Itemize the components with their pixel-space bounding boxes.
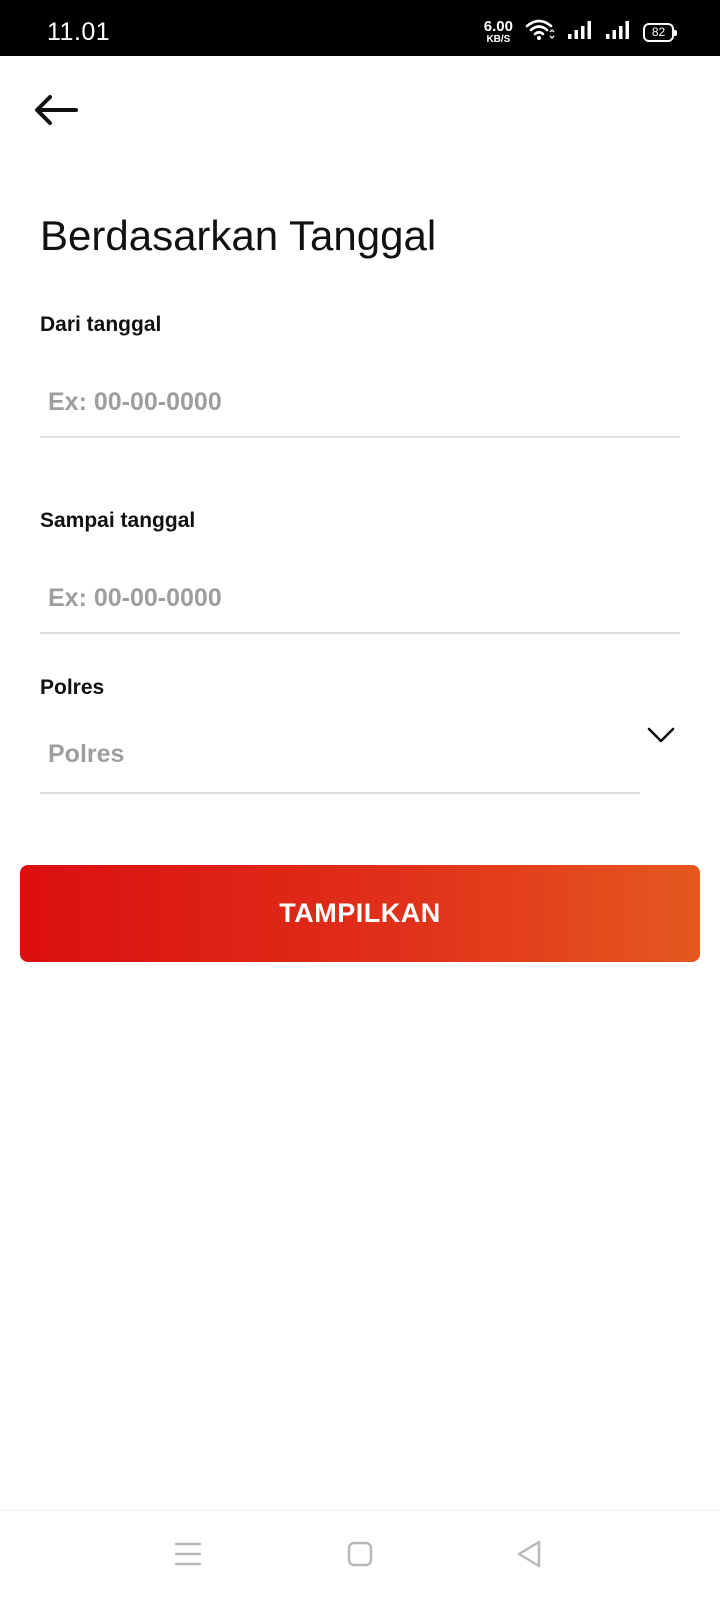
network-speed-value: 6.00 [483,18,513,35]
signal-icon [605,20,631,45]
polres-select[interactable]: Polres [40,708,640,794]
nav-back-button[interactable] [506,1533,552,1579]
status-time: 11.01 [47,18,111,46]
signal-icon [567,20,593,45]
status-bar: 11.01 6.00 KB/S 82 [0,0,720,56]
network-speed-unit: KB/S [486,34,511,45]
show-button[interactable]: TAMPILKAN [20,865,700,962]
from-date-label: Dari tanggal [40,313,162,336]
page-title: Berdasarkan Tanggal [40,212,437,259]
battery-indicator: 82 [643,22,677,42]
triangle-back-icon [515,1539,543,1574]
square-icon [347,1541,373,1572]
polres-label: Polres [40,676,105,699]
network-speed: 6.00 KB/S [484,19,513,45]
menu-icon [174,1541,202,1572]
nav-recent-button[interactable] [165,1533,211,1579]
system-nav-bar [0,1510,720,1600]
to-date-input[interactable] [40,564,680,634]
screen: 11.01 6.00 KB/S 82 Berdasarkan Tanggal D… [0,0,720,1600]
arrow-left-icon [34,94,78,131]
wifi-icon [525,19,555,46]
to-date-label: Sampai tanggal [40,509,196,532]
chevron-down-icon[interactable] [646,720,676,750]
polres-selected-value: Polres [48,740,125,768]
from-date-input[interactable] [40,368,680,438]
status-icons: 6.00 KB/S 82 [484,19,677,46]
back-button[interactable] [30,90,82,134]
nav-home-button[interactable] [337,1533,383,1579]
